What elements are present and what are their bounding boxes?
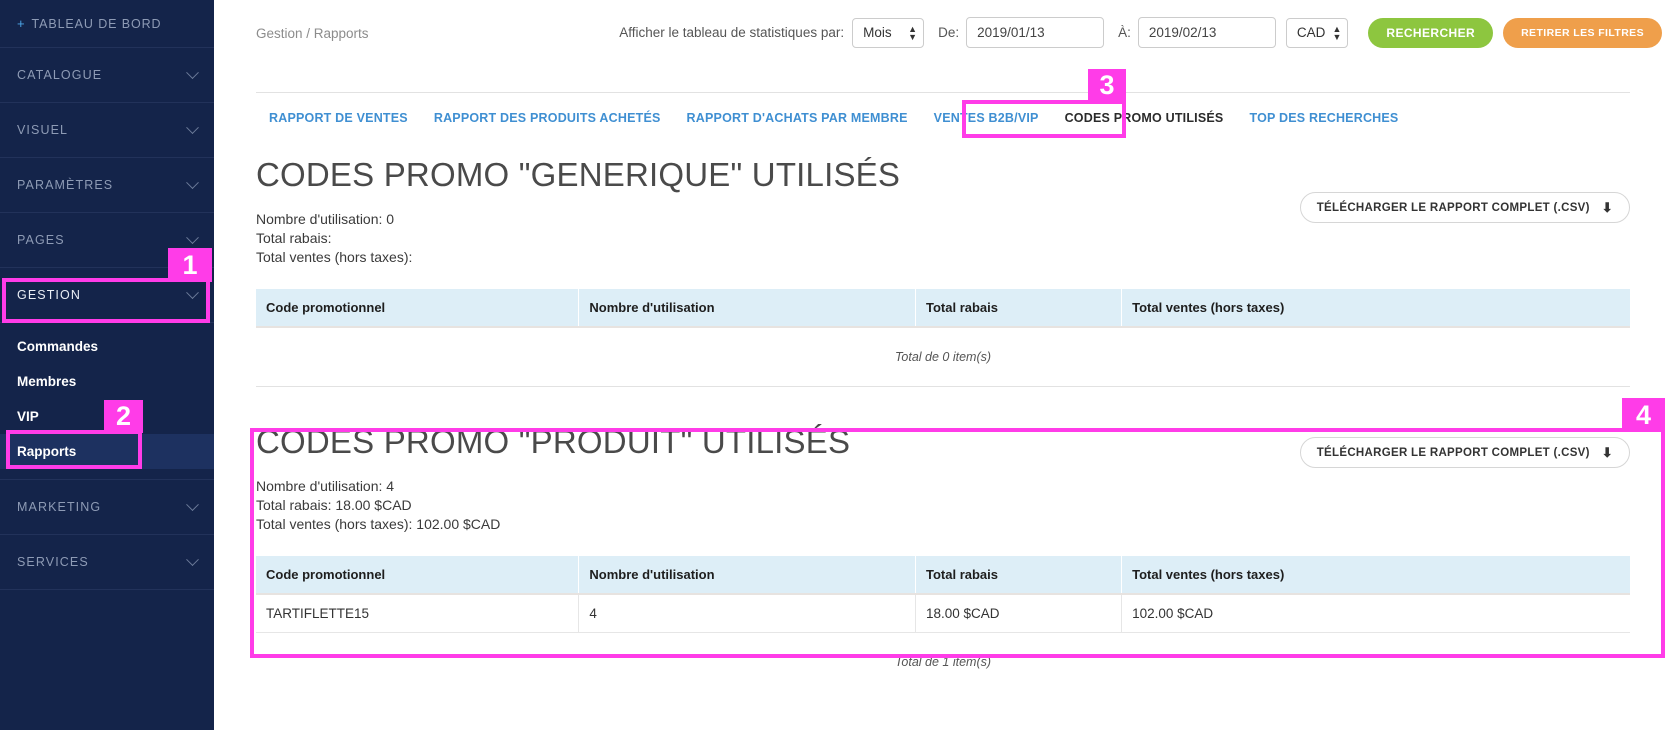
column-header-code: Code promotionnel [256, 289, 580, 328]
download-report-button-produit[interactable]: TÉLÉCHARGER LE RAPPORT COMPLET (.CSV) ⬇ [1299, 437, 1630, 468]
sidebar-group-label: PARAMÈTRES [17, 178, 114, 192]
breadcrumb: Gestion / Rapports [256, 26, 369, 41]
date-to-label: À: [1118, 25, 1131, 40]
sidebar-group-gestion[interactable]: GESTION [0, 268, 214, 323]
column-header-sales: Total ventes (hors taxes) [1121, 556, 1630, 595]
sidebar-group-label: CATALOGUE [17, 68, 103, 82]
column-header-code: Code promotionnel [256, 556, 580, 595]
sidebar-item-vip[interactable]: VIP [0, 399, 214, 434]
sidebar-group-catalogue[interactable]: CATALOGUE [0, 48, 214, 103]
stat-total-discount: Total rabais: 18.00 $CAD [256, 497, 412, 513]
stat-total-sales: Total ventes (hors taxes): [256, 249, 413, 265]
table-row: TARTIFLETTE15 4 18.00 $CAD 102.00 $CAD [256, 594, 1630, 633]
date-to-input[interactable]: 2019/02/13 [1137, 17, 1276, 48]
date-from-input[interactable]: 2019/01/13 [966, 17, 1105, 48]
main-content: RAPPORT DE VENTES RAPPORT DES PRODUITS A… [214, 68, 1672, 730]
chevron-down-icon [186, 120, 199, 134]
clear-filters-button[interactable]: RETIRER LES FILTRES [1503, 17, 1662, 48]
section-codes-promo-produit: CODES PROMO "PRODUIT" UTILISÉS Nombre d'… [256, 387, 1630, 669]
cell-code: TARTIFLETTE15 [256, 594, 580, 633]
tab-top-des-recherches[interactable]: TOP DES RECHERCHES [1236, 105, 1411, 131]
section-codes-promo-generique: CODES PROMO "GENERIQUE" UTILISÉS Nombre … [256, 156, 1630, 387]
sidebar-item-label: Commandes [17, 339, 99, 354]
sidebar-item-label: TABLEAU DE BORD [31, 16, 162, 31]
chevron-down-icon [186, 285, 199, 299]
sidebar-group-marketing[interactable]: MARKETING [0, 480, 214, 535]
column-header-uses: Nombre d'utilisation [578, 556, 916, 595]
table-codes-promo-generique: Code promotionnel Nombre d'utilisation T… [256, 289, 1630, 328]
total-items-label: Total de 1 item(s) [894, 655, 992, 669]
topbar: Gestion / Rapports Afficher le tableau d… [214, 0, 1672, 68]
column-header-sales: Total ventes (hors taxes) [1121, 289, 1630, 328]
tabs-container: RAPPORT DE VENTES RAPPORT DES PRODUITS A… [256, 92, 1630, 134]
sidebar-group-label: MARKETING [17, 500, 102, 514]
sidebar-item-label: VIP [17, 409, 39, 424]
download-report-button-generique[interactable]: TÉLÉCHARGER LE RAPPORT COMPLET (.CSV) ⬇ [1299, 192, 1630, 223]
section-title: CODES PROMO "GENERIQUE" UTILISÉS [256, 156, 901, 193]
sidebar-group-pages[interactable]: PAGES [0, 213, 214, 268]
sidebar-group-label: GESTION [17, 288, 81, 302]
sidebar-item-label: Membres [17, 374, 77, 389]
chevron-down-icon [186, 65, 199, 79]
sidebar-item-rapports[interactable]: Rapports [0, 434, 214, 469]
sidebar-group-parametres[interactable]: PARAMÈTRES [0, 158, 214, 213]
section-stats: Nombre d'utilisation: 4 Total rabais: 18… [256, 477, 1630, 534]
currency-select[interactable]: CAD ▲ ▼ [1285, 17, 1349, 48]
filter-bar: Afficher le tableau de statistiques par:… [619, 17, 1662, 48]
period-select[interactable]: Mois ▲ ▼ [852, 17, 925, 48]
period-select-value: Mois [863, 25, 892, 40]
sidebar-item-tableau-de-bord[interactable]: + TABLEAU DE BORD [0, 0, 214, 48]
table-body: TARTIFLETTE15 4 18.00 $CAD 102.00 $CAD [256, 594, 1630, 633]
sidebar-group-visuel[interactable]: VISUEL [0, 103, 214, 158]
date-from-value: 2019/01/13 [977, 25, 1045, 40]
column-header-uses: Nombre d'utilisation [578, 289, 916, 328]
column-header-discount: Total rabais [915, 289, 1123, 328]
download-icon: ⬇ [1601, 445, 1613, 460]
date-from-label: De: [938, 25, 960, 40]
cell-discount: 18.00 $CAD [915, 594, 1123, 633]
table-codes-promo-produit: Code promotionnel Nombre d'utilisation T… [256, 556, 1630, 633]
sidebar-group-services[interactable]: SERVICES [0, 535, 214, 590]
column-header-discount: Total rabais [915, 556, 1123, 595]
stat-usage-count: Nombre d'utilisation: 4 [256, 478, 395, 494]
tab-rapport-des-produits-achetes[interactable]: RAPPORT DES PRODUITS ACHETÉS [421, 105, 674, 131]
stepper-arrows-icon: ▲ ▼ [1332, 23, 1342, 42]
search-button[interactable]: RECHERCHER [1368, 17, 1494, 48]
plus-icon: + [17, 16, 26, 31]
download-button-label: TÉLÉCHARGER LE RAPPORT COMPLET (.CSV) [1316, 201, 1590, 214]
stat-total-discount: Total rabais: [256, 230, 332, 246]
cell-uses: 4 [578, 594, 916, 633]
download-button-label: TÉLÉCHARGER LE RAPPORT COMPLET (.CSV) [1316, 446, 1590, 459]
chevron-down-icon [186, 230, 199, 244]
sidebar-group-label: PAGES [17, 233, 65, 247]
sidebar-item-membres[interactable]: Membres [0, 364, 214, 399]
sidebar-item-label: Rapports [17, 444, 77, 459]
tab-ventes-b2b-vip[interactable]: VENTES B2B/VIP [921, 105, 1052, 131]
stat-total-sales: Total ventes (hors taxes): 102.00 $CAD [256, 516, 501, 532]
sidebar-submenu-gestion: Commandes Membres VIP Rapports [0, 323, 214, 480]
stats-period-label: Afficher le tableau de statistiques par: [619, 25, 845, 40]
chevron-down-icon [186, 552, 199, 566]
report-tabs: RAPPORT DE VENTES RAPPORT DES PRODUITS A… [256, 93, 1630, 135]
sidebar-group-label: SERVICES [17, 555, 89, 569]
tab-rapport-achats-par-membre[interactable]: RAPPORT D'ACHATS PAR MEMBRE [674, 105, 921, 131]
download-icon: ⬇ [1601, 200, 1613, 215]
tab-rapport-de-ventes[interactable]: RAPPORT DE VENTES [256, 105, 421, 131]
sidebar: + TABLEAU DE BORD CATALOGUE VISUEL PARAM… [0, 0, 214, 730]
currency-select-value: CAD [1296, 25, 1326, 40]
sidebar-item-commandes[interactable]: Commandes [0, 329, 214, 364]
date-to-value: 2019/02/13 [1148, 25, 1217, 40]
sidebar-group-label: VISUEL [17, 123, 69, 137]
chevron-down-icon [186, 175, 199, 189]
stepper-arrows-icon: ▲ ▼ [908, 23, 918, 42]
table-header-row: Code promotionnel Nombre d'utilisation T… [256, 289, 1630, 328]
total-items-label: Total de 0 item(s) [894, 350, 992, 364]
table-header-row: Code promotionnel Nombre d'utilisation T… [256, 556, 1630, 595]
cell-sales: 102.00 $CAD [1121, 594, 1630, 633]
chevron-down-icon [186, 497, 199, 511]
tab-codes-promo-utilises[interactable]: CODES PROMO UTILISÉS [1052, 105, 1237, 131]
